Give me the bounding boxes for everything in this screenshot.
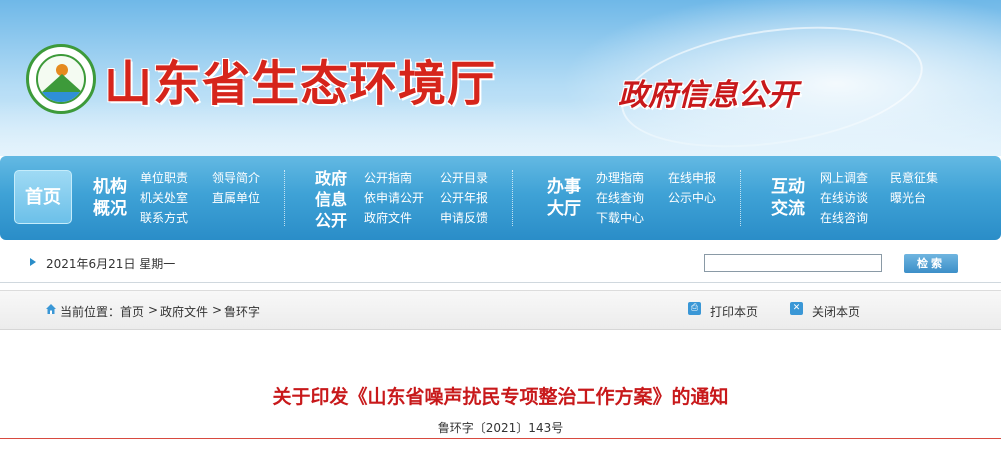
nav-link-public-opinion[interactable]: 民意征集 [890, 171, 938, 185]
search-button[interactable]: 检索 [904, 254, 958, 273]
nav-link-contact[interactable]: 联系方式 [140, 211, 188, 225]
title-divider [0, 438, 1001, 439]
nav-link-leader-intro[interactable]: 领导简介 [212, 171, 260, 185]
breadcrumb-item-category[interactable]: 鲁环字 [224, 303, 260, 320]
nav-group-title-text: 机构 概况 [93, 177, 127, 219]
print-page-link[interactable]: 打印本页 [710, 303, 758, 320]
nav-link-online-interview[interactable]: 在线访谈 [820, 191, 868, 205]
nav-link-online-query[interactable]: 在线查询 [596, 191, 644, 205]
close-icon[interactable]: ✕ [790, 302, 803, 315]
site-subtitle: 政府信息公开 [618, 78, 798, 113]
logo-water [38, 92, 84, 102]
nav-link-service-guide[interactable]: 办理指南 [596, 171, 644, 185]
nav-link-notice-center[interactable]: 公示中心 [668, 191, 716, 205]
breadcrumb-separator: > [212, 303, 223, 317]
nav-link-unit-duties[interactable]: 单位职责 [140, 171, 188, 185]
logo-mountain [42, 74, 82, 92]
nav-separator [740, 170, 741, 226]
nav-separator [512, 170, 513, 226]
breadcrumb-separator: > [148, 303, 159, 317]
nav-separator [284, 170, 285, 226]
site-title[interactable]: 山东省生态环境厅 [104, 44, 496, 114]
nav-link-gov-documents[interactable]: 政府文件 [364, 211, 412, 225]
nav-link-annual-report[interactable]: 公开年报 [440, 191, 488, 205]
current-date: 2021年6月21日 星期一 [46, 257, 176, 271]
nav-home-button[interactable]: 首页 [14, 170, 72, 224]
breadcrumb-item-gov-documents[interactable]: 政府文件 [160, 303, 208, 320]
article-title: 关于印发《山东省噪声扰民专项整治工作方案》的通知 [272, 386, 729, 408]
date-search-bar: 2021年6月21日 星期一 检索 [0, 244, 1001, 283]
nav-link-disclosure-catalog[interactable]: 公开目录 [440, 171, 488, 185]
nav-link-online-consult[interactable]: 在线咨询 [820, 211, 868, 225]
nav-group-title-interaction[interactable]: 互动 交流 [766, 176, 810, 220]
close-page-link[interactable]: 关闭本页 [812, 303, 860, 320]
article-content: 关于印发《山东省噪声扰民专项整治工作方案》的通知 鲁环字〔2021〕143号 [0, 330, 1001, 462]
breadcrumb-item-home[interactable]: 首页 [120, 303, 144, 320]
nav-link-affiliated-units[interactable]: 直属单位 [212, 191, 260, 205]
breadcrumb-label: 当前位置： [60, 305, 121, 319]
document-number: 鲁环字〔2021〕143号 [437, 421, 564, 435]
print-icon[interactable]: ⎙ [688, 302, 701, 315]
nav-group-title-info-disclosure[interactable]: 政府 信息 公开 [308, 168, 354, 231]
logo-emblem [36, 54, 86, 104]
nav-link-departments[interactable]: 机关处室 [140, 191, 188, 205]
play-arrow-icon [30, 258, 36, 266]
nav-link-download-center[interactable]: 下载中心 [596, 211, 644, 225]
nav-group-title-org[interactable]: 机构 概况 [90, 176, 130, 220]
nav-link-online-survey[interactable]: 网上调查 [820, 171, 868, 185]
breadcrumb-bar: 当前位置： 首页 > 政府文件 > 鲁环字 ⎙ 打印本页 ✕ 关闭本页 [0, 290, 1001, 330]
nav-link-disclosure-guide[interactable]: 公开指南 [364, 171, 412, 185]
nav-group-title-service-hall[interactable]: 办事 大厅 [542, 176, 586, 220]
nav-link-application-feedback[interactable]: 申请反馈 [440, 211, 488, 225]
nav-link-exposure-platform[interactable]: 曝光台 [890, 191, 926, 205]
home-icon [46, 304, 56, 314]
nav-link-apply-disclosure[interactable]: 依申请公开 [364, 191, 424, 205]
nav-link-online-application[interactable]: 在线申报 [668, 171, 716, 185]
header-banner: 山东省生态环境厅 政府信息公开 [0, 0, 1001, 156]
search-input[interactable] [704, 254, 882, 272]
zhb-logo-icon[interactable] [26, 44, 96, 114]
